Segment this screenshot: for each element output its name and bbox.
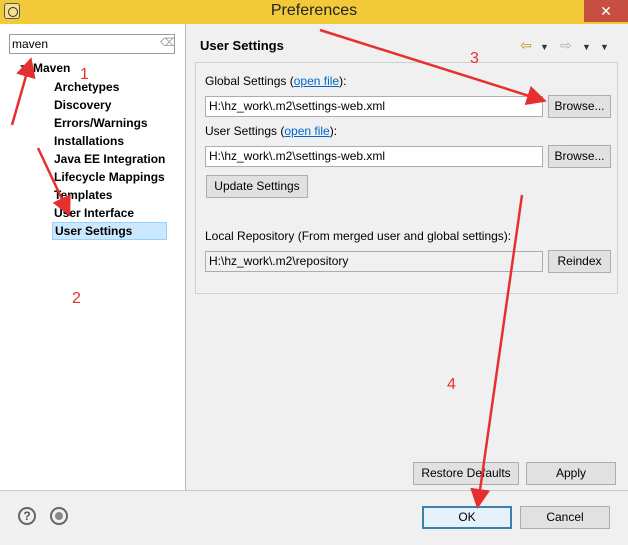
tree-item-java-ee-integration[interactable]: Java EE Integration [52, 150, 167, 168]
user-settings-label-text: User Settings ( [205, 124, 285, 138]
reindex-button[interactable]: Reindex [548, 250, 611, 273]
tree-item-lifecycle-mappings[interactable]: Lifecycle Mappings [52, 168, 167, 186]
tree-root-maven[interactable]: Maven [20, 61, 70, 75]
global-settings-field[interactable]: H:\hz_work\.m2\settings-web.xml [205, 96, 543, 117]
tree-children: Archetypes Discovery Errors/Warnings Ins… [52, 78, 168, 240]
tree-root-label: Maven [33, 61, 71, 75]
tree-item-templates[interactable]: Templates [52, 186, 167, 204]
user-browse-button[interactable]: Browse... [548, 145, 611, 168]
tree-item-errors-warnings[interactable]: Errors/Warnings [52, 114, 167, 132]
forward-menu-icon[interactable]: ▼ [582, 38, 591, 56]
ok-button[interactable]: OK [422, 506, 512, 529]
user-settings-label-suffix: ): [329, 124, 338, 138]
window-title: Preferences [270, 2, 358, 19]
user-open-file-link[interactable]: open file [284, 124, 329, 138]
tree-item-discovery[interactable]: Discovery [52, 96, 167, 114]
title-bar: Preferences ✕ [0, 0, 628, 24]
page-nav: ⇦ ▼ ⇨ ▼ ▼ [520, 36, 612, 54]
annotation-number-2: 2 [72, 290, 81, 307]
tree-item-installations[interactable]: Installations [52, 132, 167, 150]
local-repository-field: H:\hz_work\.m2\repository [205, 251, 543, 272]
global-open-file-link[interactable]: open file [294, 74, 339, 88]
tree-item-user-interface[interactable]: User Interface [52, 204, 167, 222]
expand-toggle-icon[interactable] [20, 65, 28, 71]
update-settings-button[interactable]: Update Settings [206, 175, 308, 198]
back-menu-icon[interactable]: ▼ [540, 38, 549, 56]
close-button[interactable]: ✕ [584, 0, 628, 22]
tree-item-archetypes[interactable]: Archetypes [52, 78, 167, 96]
global-browse-button[interactable]: Browse... [548, 95, 611, 118]
global-settings-label-text: Global Settings ( [205, 74, 294, 88]
forward-icon[interactable]: ⇨ [560, 36, 572, 54]
annotation-number-1: 1 [80, 66, 89, 83]
view-menu-icon[interactable]: ▼ [600, 38, 609, 56]
local-repository-label: Local Repository (From merged user and g… [205, 229, 512, 243]
tree-item-user-settings[interactable]: User Settings [52, 222, 168, 240]
import-icon[interactable] [50, 507, 68, 525]
back-icon[interactable]: ⇦ [520, 36, 532, 54]
clear-icon[interactable]: ⌫ [160, 38, 176, 49]
page-title: User Settings [200, 38, 284, 53]
apply-button[interactable]: Apply [526, 462, 616, 485]
annotation-number-3: 3 [470, 50, 479, 67]
user-settings-label: User Settings (open file): [205, 124, 337, 138]
filter-box: ⌫ [9, 34, 176, 54]
help-icon[interactable]: ? [18, 507, 36, 525]
global-settings-label-suffix: ): [339, 74, 347, 88]
close-icon: ✕ [600, 3, 612, 19]
annotation-number-4: 4 [447, 376, 456, 393]
user-settings-field[interactable]: H:\hz_work\.m2\settings-web.xml [205, 146, 543, 167]
restore-defaults-button[interactable]: Restore Defaults [413, 462, 519, 485]
filter-input[interactable] [12, 36, 152, 52]
preferences-tree-panel: ⌫ Maven Archetypes Discovery Errors/Warn… [0, 24, 186, 490]
global-settings-label: Global Settings (open file): [205, 74, 346, 88]
cancel-button[interactable]: Cancel [520, 506, 610, 529]
